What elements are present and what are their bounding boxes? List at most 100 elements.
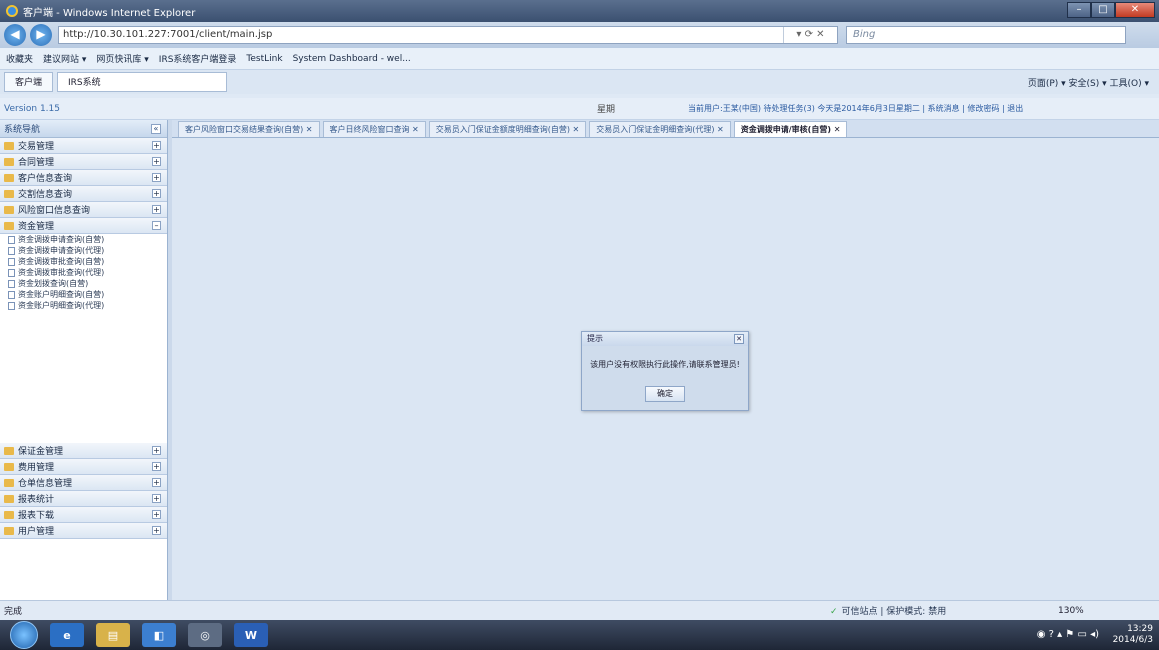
expand-icon[interactable]: + — [152, 173, 161, 182]
submenu-label: 资金调拨审批查询(代理) — [18, 268, 105, 277]
submenu-label: 资金划拨查询(自营) — [18, 279, 89, 288]
sidebar: 系统导航 « 交易管理 + 合同管理 + 客户信息查询 + 交割信息查询 + 风险窗口信… — [0, 120, 168, 600]
window-title: 客户端 - Windows Internet Explorer — [23, 7, 196, 19]
sidebar-item-label: 保证金管理 — [18, 447, 64, 457]
expand-icon[interactable]: + — [152, 478, 161, 487]
address-row: ◀ ▶ http://10.30.101.227:7001/client/mai… — [0, 22, 1159, 48]
clock-date: 2014/6/3 — [1112, 635, 1153, 645]
folder-icon — [4, 157, 14, 166]
dialog-header: 提示 ✕ — [582, 332, 748, 346]
minimize-button[interactable]: – — [1067, 2, 1091, 18]
media-taskbar-icon[interactable]: ◎ — [188, 623, 222, 647]
date-label: 星期 — [597, 105, 616, 115]
expand-icon[interactable]: + — [152, 462, 161, 471]
ok-button[interactable]: 确定 — [645, 386, 685, 402]
ie-taskbar-icon[interactable]: e — [50, 623, 84, 647]
tab-trader-margin-own[interactable]: 交易员入门保证金额度明细查询(自营) ✕ — [428, 121, 587, 137]
forward-button[interactable]: ▶ — [30, 24, 52, 46]
submenu-item[interactable]: 资金账户明细查询(自营) — [0, 289, 167, 300]
favorites-button[interactable]: 收藏夹 — [6, 52, 33, 65]
sidebar-item-label: 交割信息查询 — [18, 190, 73, 200]
expand-icon[interactable]: + — [152, 157, 161, 166]
favorite-item-5[interactable]: System Dashboard - wel... — [293, 54, 411, 64]
status-text: 完成 — [4, 607, 23, 617]
submenu-item[interactable]: 资金调拨审批查询(代理) — [0, 267, 167, 278]
expand-icon[interactable]: + — [152, 526, 161, 535]
favorite-item-2[interactable]: 网页快讯库 ▾ — [96, 52, 148, 65]
back-button[interactable]: ◀ — [4, 24, 26, 46]
folder-icon — [4, 446, 14, 455]
dialog-title: 提示 — [587, 334, 603, 343]
expand-icon[interactable]: + — [152, 141, 161, 150]
favorites-bar: 收藏夹 建议网站 ▾ 网页快讯库 ▾ IRS系统客户端登录 TestLink S… — [0, 48, 1159, 70]
sidebar-item-funds[interactable]: 资金管理 – — [0, 218, 167, 234]
sidebar-item-risk[interactable]: 风险窗口信息查询 + — [0, 202, 167, 218]
zoom-level[interactable]: 130% — [1058, 606, 1084, 616]
expand-icon[interactable]: + — [152, 205, 161, 214]
content-tabs: 客户风险窗口交易结果查询(自营) ✕ 客户日终风险窗口查询 ✕ 交易员入门保证金… — [172, 120, 1159, 138]
collapse-icon[interactable]: « — [151, 123, 161, 134]
sidebar-item-delivery[interactable]: 交割信息查询 + — [0, 186, 167, 202]
tab-trader-margin-agent[interactable]: 交易员入门保证金明细查询(代理) ✕ — [589, 121, 731, 137]
browser-tab-row: 客户端 IRS系统 页面(P) ▾ 安全(S) ▾ 工具(O) ▾ — [0, 70, 1159, 94]
sidebar-item-trade[interactable]: 交易管理 + — [0, 138, 167, 154]
ie-icon — [6, 5, 18, 17]
sidebar-item-download[interactable]: 报表下载 + — [0, 507, 167, 523]
sidebar-item-fee[interactable]: 费用管理 + — [0, 459, 167, 475]
favorite-item-3[interactable]: IRS系统客户端登录 — [159, 52, 237, 65]
security-zone: ✓ 可信站点 | 保护模式: 禁用 — [830, 604, 946, 617]
address-controls[interactable]: ▾ ⟳ ✕ — [783, 27, 837, 43]
sidebar-item-users[interactable]: 用户管理 + — [0, 523, 167, 539]
submenu-item[interactable]: 资金调拨申请查询(自营) — [0, 234, 167, 245]
collapse-icon[interactable]: – — [152, 221, 161, 230]
expand-icon[interactable]: + — [152, 510, 161, 519]
close-button[interactable]: ✕ — [1115, 2, 1155, 18]
tray-icons[interactable]: ◉ ? ▴ ⚑ ▭ ◂) — [1037, 629, 1099, 640]
search-input[interactable]: Bing — [846, 26, 1126, 44]
sidebar-item-label: 报表统计 — [18, 495, 55, 505]
user-info[interactable]: 当前用户:王某(中国) 待处理任务(3) 今天是2014年6月3日星期二 | 系… — [688, 103, 1023, 114]
folder-icon — [4, 189, 14, 198]
sidebar-item-contract[interactable]: 合同管理 + — [0, 154, 167, 170]
favorite-item-4[interactable]: TestLink — [246, 54, 282, 64]
app-header: Version 1.15 星期 当前用户:王某(中国) 待处理任务(3) 今天是… — [0, 98, 1159, 120]
expand-icon[interactable]: + — [152, 446, 161, 455]
submenu-item[interactable]: 资金调拨审批查询(自营) — [0, 256, 167, 267]
submenu-item[interactable]: 资金划拨查询(自营) — [0, 278, 167, 289]
expand-icon[interactable]: + — [152, 189, 161, 198]
maximize-button[interactable]: □ — [1091, 2, 1115, 18]
favorite-item-1[interactable]: 建议网站 ▾ — [43, 52, 86, 65]
tab-fund-transfer[interactable]: 资金调拨申请/审核(自营) ✕ — [733, 121, 848, 137]
sidebar-item-label: 客户信息查询 — [18, 174, 73, 184]
folder-taskbar-icon[interactable]: ▤ — [96, 623, 130, 647]
close-icon[interactable]: ✕ — [734, 334, 744, 344]
expand-icon[interactable]: + — [152, 494, 161, 503]
address-bar[interactable]: http://10.30.101.227:7001/client/main.js… — [58, 26, 838, 44]
sidebar-item-label: 风险窗口信息查询 — [18, 206, 91, 216]
sidebar-item-label: 交易管理 — [18, 142, 55, 152]
tab-irs[interactable]: IRS系统 — [57, 72, 228, 92]
tab-risk-window-result[interactable]: 客户风险窗口交易结果查询(自营) ✕ — [178, 121, 320, 137]
clock[interactable]: 13:29 2014/6/3 — [1113, 624, 1153, 646]
sidebar-item-customer[interactable]: 客户信息查询 + — [0, 170, 167, 186]
sidebar-item-warehouse[interactable]: 仓单信息管理 + — [0, 475, 167, 491]
submenu-label: 资金账户明细查询(自营) — [18, 290, 105, 299]
submenu-item[interactable]: 资金账户明细查询(代理) — [0, 300, 167, 311]
tab-client[interactable]: 客户端 — [4, 72, 54, 92]
start-button[interactable] — [10, 621, 38, 649]
tab-daily-risk-window[interactable]: 客户日终风险窗口查询 ✕ — [322, 121, 426, 137]
version-label: Version 1.15 — [4, 103, 60, 114]
sidebar-item-label: 费用管理 — [18, 463, 55, 473]
window-titlebar: 客户端 - Windows Internet Explorer – □ ✕ — [0, 0, 1159, 22]
submenu-label: 资金账户明细查询(代理) — [18, 301, 105, 310]
app-taskbar-icon[interactable]: ◧ — [142, 623, 176, 647]
sidebar-item-report[interactable]: 报表统计 + — [0, 491, 167, 507]
sidebar-item-label: 报表下载 — [18, 511, 55, 521]
document-icon — [8, 257, 15, 266]
word-taskbar-icon[interactable]: W — [234, 623, 268, 647]
sidebar-item-margin[interactable]: 保证金管理 + — [0, 443, 167, 459]
command-bar[interactable]: 页面(P) ▾ 安全(S) ▾ 工具(O) ▾ — [1028, 76, 1159, 89]
submenu-label: 资金调拨申请查询(代理) — [18, 246, 105, 255]
submenu-item[interactable]: 资金调拨申请查询(代理) — [0, 245, 167, 256]
